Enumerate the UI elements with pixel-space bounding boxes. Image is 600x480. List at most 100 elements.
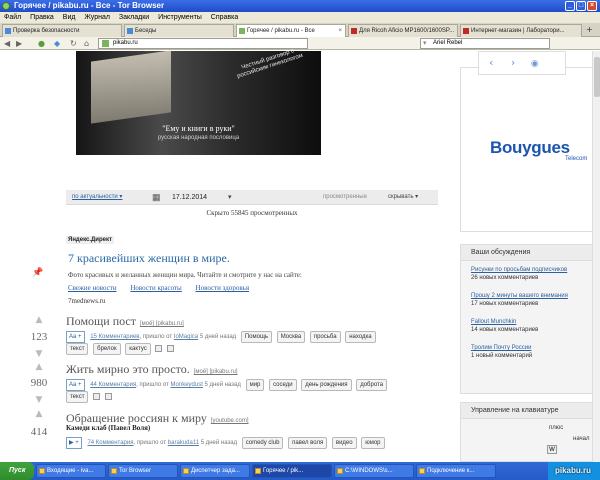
post-source[interactable]: [моё] [pikabu.ru] — [194, 369, 238, 375]
discussion-link[interactable]: Рисунки по просьбам подписчиков — [471, 266, 589, 274]
sort-dropdown[interactable]: по актуальности ▾ — [72, 190, 122, 205]
post-tag[interactable]: павел воля — [288, 437, 328, 449]
ad-link-fresh-news[interactable]: Свежие новости — [68, 284, 117, 292]
post-tag[interactable]: просьба — [309, 331, 341, 343]
post-tag[interactable]: находка — [345, 331, 376, 343]
forward-arrow-icon[interactable]: ▶ — [16, 39, 22, 48]
play-video-button[interactable]: ▶ + — [66, 437, 82, 449]
ad-url[interactable]: 7mednews.ru — [68, 297, 106, 305]
eye-icon[interactable]: ◉ — [531, 59, 539, 69]
upvote-arrow-icon[interactable]: ▲ — [27, 316, 51, 325]
task-tor-browser[interactable]: Tor Browser — [108, 464, 178, 478]
upvote-arrow-icon[interactable]: ▲ — [27, 410, 51, 419]
reload-icon[interactable]: ↻ — [70, 39, 77, 48]
downvote-arrow-icon[interactable]: ▼ — [27, 396, 51, 405]
post-author-link[interactable]: IoMagica — [174, 334, 198, 340]
ad-link-health-news[interactable]: Новости здоровья — [196, 284, 250, 292]
post-source[interactable]: [youtube.com] — [211, 418, 249, 424]
post-tag[interactable]: соседи — [269, 379, 297, 391]
menu-view[interactable]: Вид — [63, 14, 76, 21]
save-icon[interactable] — [104, 392, 112, 400]
new-tab-button[interactable]: + — [586, 25, 593, 34]
font-size-button[interactable]: Aa + — [66, 379, 85, 391]
post-tag[interactable]: текст — [66, 391, 89, 403]
ad-description: Фото красивых и желанных женщин мира. Чи… — [68, 271, 302, 279]
post-tag[interactable]: день рождения — [301, 379, 352, 391]
discussion-link[interactable]: Fallout Munchkin — [471, 318, 589, 326]
ad-links: Свежие новости Новости красоты Новости з… — [68, 284, 261, 292]
post-tag[interactable]: comedy club — [241, 437, 284, 449]
post-comments-link[interactable]: 44 Комментария — [90, 382, 136, 388]
console-icon — [337, 468, 343, 474]
minimize-button[interactable]: _ — [565, 1, 575, 11]
scrollbar-thumb[interactable] — [594, 57, 600, 97]
menu-file[interactable]: Файл — [4, 14, 21, 21]
task-windows-folder[interactable]: C:\WINDOWS\s... — [334, 464, 414, 478]
task-pikabu-browser[interactable]: Горячее / pik... — [252, 464, 332, 478]
discussion-link[interactable]: Тролим Почту России — [471, 344, 589, 352]
noscript-icon[interactable]: ◆ — [54, 39, 60, 48]
post-tag[interactable]: доброта — [356, 379, 388, 391]
post-comments-link[interactable]: 15 Комментариев — [90, 334, 139, 340]
banner-quote: "Ему и книги в руки" — [162, 124, 235, 133]
post-tag[interactable]: Москва — [276, 331, 306, 343]
post-author-link[interactable]: barakuda11 — [168, 440, 199, 446]
post-tag[interactable]: текст — [66, 343, 89, 355]
close-button[interactable]: × — [587, 1, 597, 11]
menu-edit[interactable]: Правка — [30, 14, 54, 21]
post-tag[interactable]: мир — [245, 379, 265, 391]
post-time: 5 дней назад — [204, 382, 241, 388]
tab-conversations[interactable]: Беседы — [124, 24, 234, 37]
save-icon[interactable] — [167, 344, 175, 352]
hide-dropdown[interactable]: скрывать ▾ — [388, 190, 418, 205]
task-task-manager[interactable]: Диспетчер зада... — [180, 464, 250, 478]
ad-title[interactable]: 7 красивейших женщин в мире. — [68, 251, 230, 266]
tab-security-check[interactable]: Проверка безопасности — [2, 24, 122, 37]
menu-history[interactable]: Журнал — [84, 14, 110, 21]
post-title[interactable]: Жить мирно это просто. [моё] [pikabu.ru] — [66, 362, 238, 377]
address-bar[interactable]: pikabu.ru — [98, 38, 308, 49]
upvote-arrow-icon[interactable]: ▲ — [27, 363, 51, 372]
date-value[interactable]: 17.12.2014 — [172, 190, 207, 205]
discussions-title: Ваши обсуждения — [461, 245, 599, 261]
post-tag[interactable]: Помощь — [240, 331, 273, 343]
start-button[interactable]: Пуск — [0, 462, 34, 480]
slider-next-icon[interactable]: › — [511, 56, 515, 69]
date-dropdown-icon[interactable]: ▾ — [228, 190, 232, 205]
tab-pikabu-hot[interactable]: Горячее / pikabu.ru - Все × — [236, 24, 346, 37]
folder-icon — [111, 468, 117, 474]
post-source[interactable]: [моё] [pikabu.ru] — [140, 321, 184, 327]
slider-prev-icon[interactable]: ‹ — [489, 56, 493, 69]
tab-close-icon[interactable]: × — [338, 25, 342, 37]
post-tag[interactable]: юмор — [361, 437, 385, 449]
maximize-button[interactable]: □ — [576, 1, 586, 11]
search-field[interactable]: ▾ Ariel Rebel — [420, 38, 550, 49]
downvote-arrow-icon[interactable]: ▼ — [27, 350, 51, 359]
post-tag[interactable]: кактус — [125, 343, 151, 355]
post-tag[interactable]: видео — [331, 437, 357, 449]
tor-onion-icon[interactable]: ● — [38, 39, 45, 48]
calendar-icon[interactable]: ▦ — [152, 190, 161, 205]
menu-help[interactable]: Справка — [211, 14, 238, 21]
image-icon[interactable] — [155, 344, 163, 352]
discussion-count: 1 новый комментарий — [471, 353, 533, 359]
discussion-link[interactable]: Прошу 2 минуты вашего внимания — [471, 292, 589, 300]
ad-link-beauty-news[interactable]: Новости красоты — [130, 284, 181, 292]
page-scrollbar[interactable] — [592, 51, 600, 462]
font-size-button[interactable]: Aa + — [66, 331, 85, 343]
tab-ricoh-aficio[interactable]: Для Ricoh Aficio MP1600/1600SP... — [348, 24, 458, 37]
image-icon[interactable] — [93, 392, 101, 400]
back-arrow-icon[interactable]: ◀ — [4, 39, 10, 48]
home-icon[interactable]: ⌂ — [84, 39, 89, 48]
task-inbox[interactable]: Входящие - iva... — [36, 464, 106, 478]
discussions-panel: Ваши обсуждения Рисунки по просьбам подп… — [460, 244, 600, 394]
task-connection[interactable]: Подключение к... — [416, 464, 496, 478]
post-title[interactable]: Помощи пост [моё] [pikabu.ru] — [66, 314, 184, 329]
post-comments-link[interactable]: 74 Комментария — [87, 440, 133, 446]
menu-tools[interactable]: Инструменты — [158, 14, 202, 21]
post-author-link[interactable]: Monkeydust — [171, 382, 203, 388]
post-tag[interactable]: брелок — [93, 343, 121, 355]
tab-online-store[interactable]: Интернет-магазин | Лаборатори... — [460, 24, 582, 37]
menu-bookmarks[interactable]: Закладки — [119, 14, 149, 21]
banner-image[interactable]: Честный разговор с российским гинеколого… — [76, 48, 321, 155]
